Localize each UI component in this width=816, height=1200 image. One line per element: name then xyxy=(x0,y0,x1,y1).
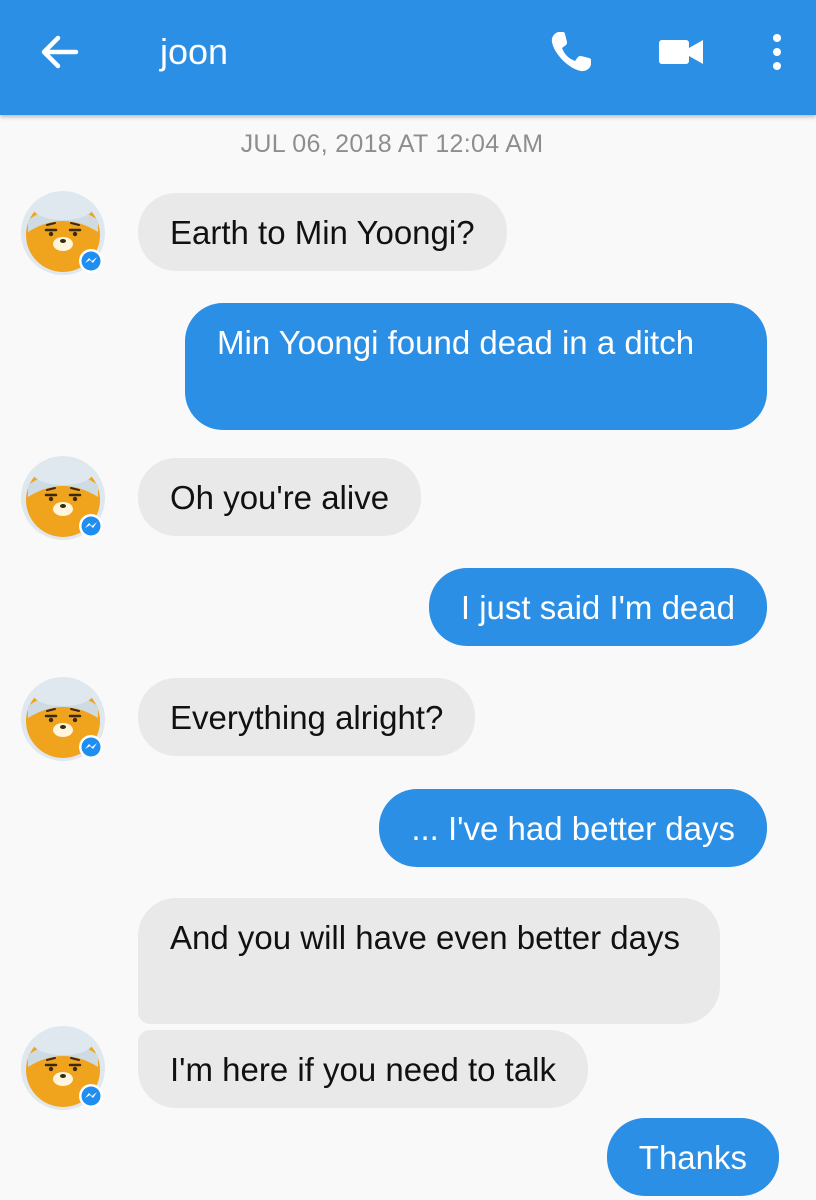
incoming-message[interactable]: I'm here if you need to talk xyxy=(138,1030,589,1108)
more-options-button[interactable] xyxy=(762,28,792,76)
incoming-message[interactable]: Earth to Min Yoongi? xyxy=(138,193,507,271)
outgoing-message[interactable]: Thanks xyxy=(606,1118,779,1196)
contact-avatar[interactable] xyxy=(20,1025,106,1111)
conversation-timestamp: JUL 06, 2018 AT 12:04 AM xyxy=(240,130,544,158)
app-header: joon xyxy=(0,0,816,115)
contact-avatar[interactable] xyxy=(20,190,106,276)
video-camera-icon xyxy=(659,40,703,64)
arrow-left-icon xyxy=(41,35,79,69)
outgoing-message[interactable]: ... I've had better days xyxy=(379,789,767,867)
outgoing-message[interactable]: Min Yoongi found dead in a ditch xyxy=(185,303,767,430)
back-button[interactable] xyxy=(36,30,84,74)
video-call-button[interactable] xyxy=(655,30,707,74)
more-vertical-icon xyxy=(773,34,781,70)
outgoing-message[interactable]: I just said I'm dead xyxy=(428,568,767,646)
contact-avatar[interactable] xyxy=(20,455,106,541)
phone-icon xyxy=(551,32,591,72)
contact-name[interactable]: joon xyxy=(160,30,228,74)
incoming-message[interactable]: Oh you're alive xyxy=(138,458,422,536)
voice-call-button[interactable] xyxy=(545,26,597,78)
incoming-message[interactable]: And you will have even better days xyxy=(138,898,720,1024)
incoming-message[interactable]: Everything alright? xyxy=(138,678,476,756)
contact-avatar[interactable] xyxy=(20,676,106,762)
